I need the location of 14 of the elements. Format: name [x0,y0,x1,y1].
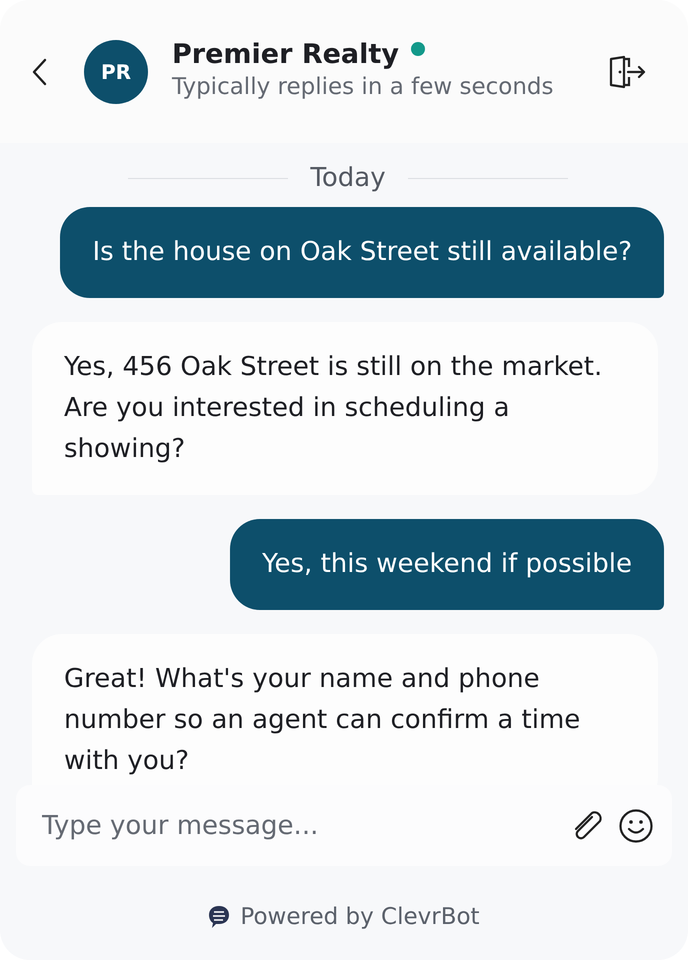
bot-message: Yes, 456 Oak Street is still on the market. Are you interested in scheduling a showing? [32,322,658,495]
exit-button[interactable] [608,54,648,88]
user-message: Is the house on Oak Street still available? [60,207,664,298]
emoji-icon[interactable] [618,808,654,844]
chat-title: Premier Realty [172,39,399,70]
message-input[interactable]: Type your message... [40,810,558,842]
date-divider: Today [310,163,386,193]
bot-message: Great! What's your name and phone number so an agent can confirm a time with you? [32,634,658,785]
chat-bubble-icon [208,905,230,929]
user-message: Yes, this weekend if possible [230,519,664,610]
powered-by-text: Powered by ClevrBot [240,904,480,930]
status-text: Typically replies in a few seconds [172,74,554,100]
avatar: PR [84,40,148,104]
message-field[interactable]: Type your message... [16,785,672,866]
